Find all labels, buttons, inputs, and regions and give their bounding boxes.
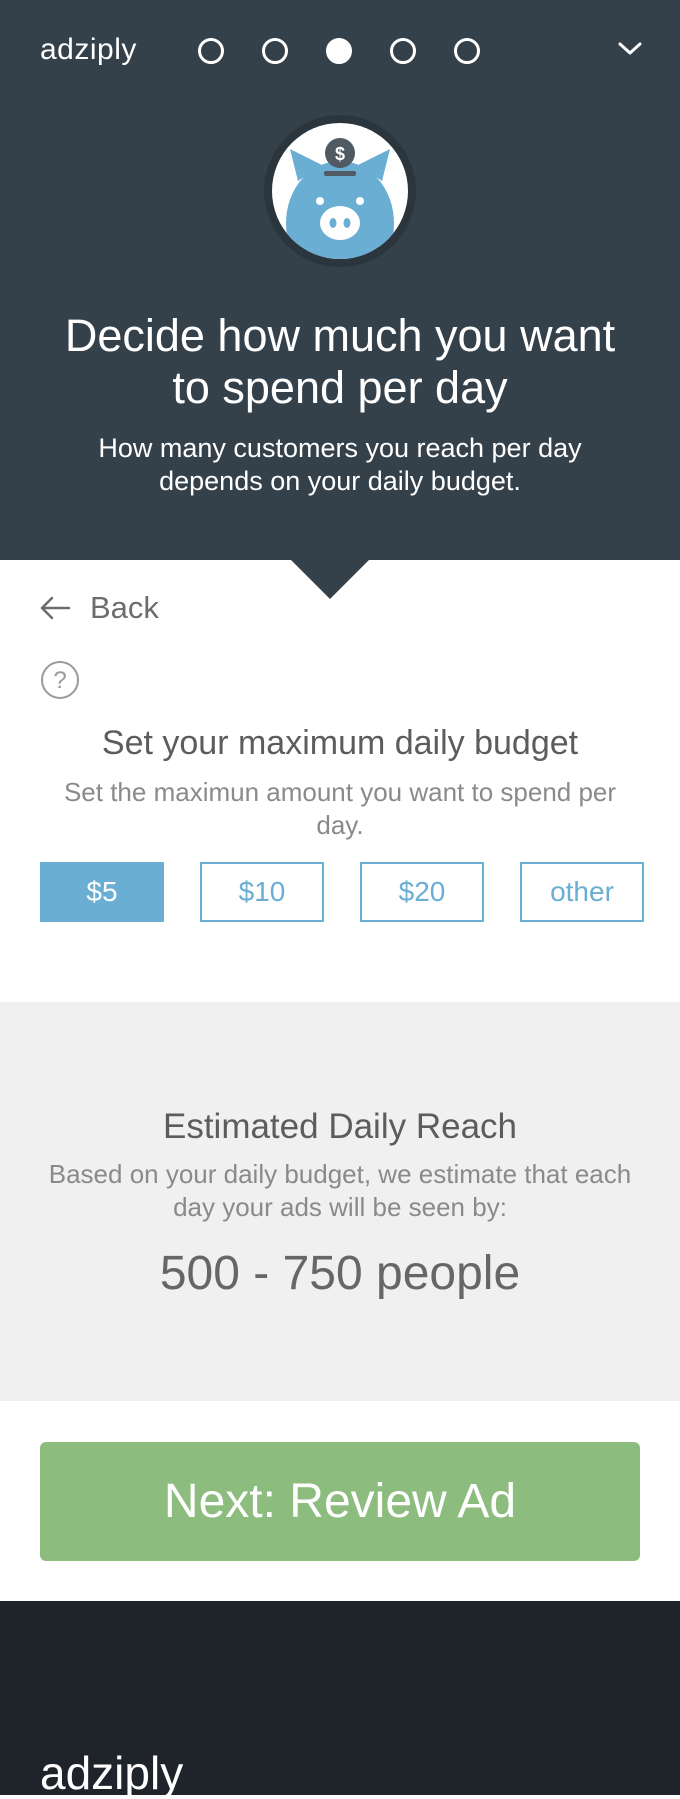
chevron-down-icon[interactable] [612,36,648,62]
reach-value: 500 - 750 people [159,1247,521,1300]
budget-subtitle-line-1: Set the maximun amount you want to spend… [63,777,617,807]
reach-title: Estimated Daily Reach [162,1107,518,1146]
budget-option-5[interactable]: $5 [40,862,164,922]
hero-header: adziply $ Decide how much you want to sp… [0,0,680,560]
arrow-left-icon [40,596,71,620]
piggy-bank-avatar: $ [264,115,416,267]
footer: adziply [0,1601,680,1799]
reach-subtitle: Based on your daily budget, we estimate … [20,1158,660,1224]
step-2-indicator[interactable] [262,38,288,64]
reach-subtitle-line-2: day your ads will be seen by: [173,1192,507,1222]
footer-brand-logo[interactable]: adziply [40,1747,183,1799]
next-review-ad-button[interactable]: Next: Review Ad [40,1442,640,1561]
back-button[interactable]: Back [38,588,159,628]
page-subtitle-line-1: How many customers you reach per day [98,433,582,463]
budget-subtitle-line-2: day. [316,810,364,840]
step-4-indicator[interactable] [390,38,416,64]
step-3-indicator-current[interactable] [326,38,352,64]
back-label: Back [90,590,159,625]
header-pointer [290,559,370,599]
page-subtitle-line-2: depends on your daily budget. [159,466,521,496]
piggy-bank-icon: $ [272,123,408,259]
budget-title: Set your maximum daily budget [101,724,579,762]
svg-text:?: ? [53,667,66,694]
question-circle-icon[interactable]: ? [40,660,80,700]
budget-option-10[interactable]: $10 [200,862,324,922]
budget-option-20[interactable]: $20 [360,862,484,922]
step-1-indicator[interactable] [198,38,224,64]
reach-subtitle-line-1: Based on your daily budget, we estimate … [48,1159,632,1189]
page-title-line-1: Decide how much you want [64,310,616,361]
budget-option-other[interactable]: other [520,862,644,922]
step-5-indicator[interactable] [454,38,480,64]
svg-text:$: $ [335,144,345,164]
page-title-line-2: to spend per day [172,362,508,413]
budget-subtitle: Set the maximun amount you want to spend… [40,776,640,842]
estimated-reach-panel: Estimated Daily Reach Based on your dail… [0,1002,680,1401]
page-subtitle: How many customers you reach per day dep… [40,432,640,498]
page-title: Decide how much you want to spend per da… [40,310,640,414]
brand-logo[interactable]: adziply [40,30,137,70]
